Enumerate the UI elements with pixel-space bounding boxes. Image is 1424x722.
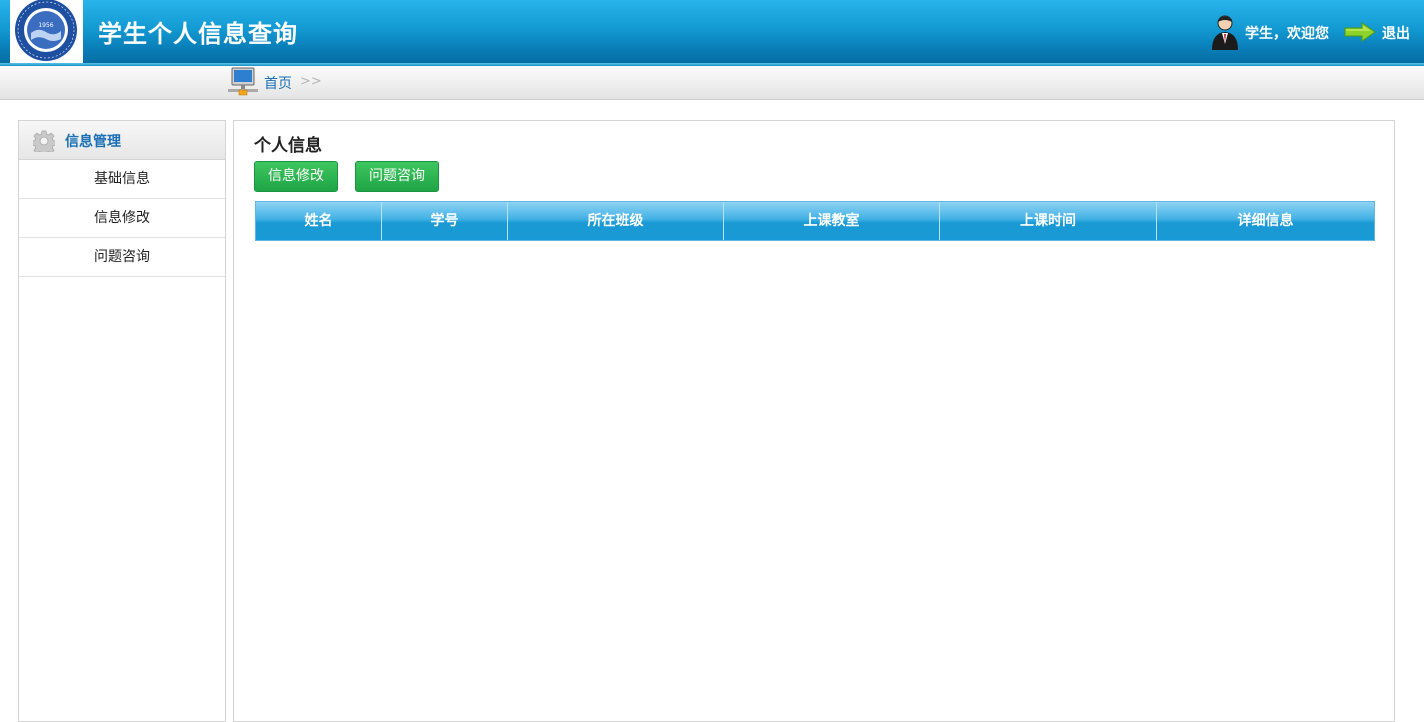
computer-icon bbox=[228, 67, 258, 96]
column-header-classroom[interactable]: 上课教室 bbox=[724, 202, 940, 240]
column-header-name[interactable]: 姓名 bbox=[256, 202, 382, 240]
sidebar: 信息管理 基础信息 信息修改 问题咨询 bbox=[18, 120, 226, 722]
sidebar-item-inquiry[interactable]: 问题咨询 bbox=[19, 238, 225, 277]
column-header-class-time[interactable]: 上课时间 bbox=[940, 202, 1157, 240]
table-header: 姓名 学号 所在班级 上课教室 上课时间 详细信息 bbox=[255, 201, 1375, 241]
column-header-class[interactable]: 所在班级 bbox=[508, 202, 724, 240]
sidebar-section-title: 信息管理 bbox=[65, 134, 121, 150]
column-header-details[interactable]: 详细信息 bbox=[1157, 202, 1374, 240]
sidebar-item-basic-info[interactable]: 基础信息 bbox=[19, 160, 225, 199]
inquiry-button[interactable]: 问题咨询 bbox=[355, 161, 439, 192]
sidebar-section-header[interactable]: 信息管理 bbox=[19, 121, 225, 160]
main-panel: 个人信息 信息修改 问题咨询 姓名 学号 所在班级 上课教室 上课时间 详细信息 bbox=[233, 120, 1395, 722]
top-header: 1956 学生个人信息查询 学生，欢迎您 退出 bbox=[0, 0, 1424, 63]
university-seal-icon: 1956 bbox=[15, 0, 77, 61]
seal-year: 1956 bbox=[38, 22, 53, 29]
edit-info-button[interactable]: 信息修改 bbox=[254, 161, 338, 192]
breadcrumb-home-link[interactable]: 首页 bbox=[264, 73, 292, 93]
sidebar-item-edit-info[interactable]: 信息修改 bbox=[19, 199, 225, 238]
user-area: 学生，欢迎您 退出 bbox=[1194, 14, 1424, 50]
gear-icon bbox=[33, 130, 55, 152]
logout-link[interactable]: 退出 bbox=[1382, 23, 1410, 43]
arrow-right-icon[interactable] bbox=[1344, 22, 1376, 42]
breadcrumb-separator: >> bbox=[300, 74, 322, 89]
app-title: 学生个人信息查询 bbox=[98, 20, 298, 48]
page-title: 个人信息 bbox=[254, 136, 322, 156]
user-avatar-icon bbox=[1212, 15, 1238, 50]
welcome-text: 学生，欢迎您 bbox=[1245, 26, 1329, 42]
column-header-student-id[interactable]: 学号 bbox=[382, 202, 508, 240]
breadcrumb: 首页 >> bbox=[0, 66, 1424, 100]
logo: 1956 bbox=[10, 0, 83, 63]
